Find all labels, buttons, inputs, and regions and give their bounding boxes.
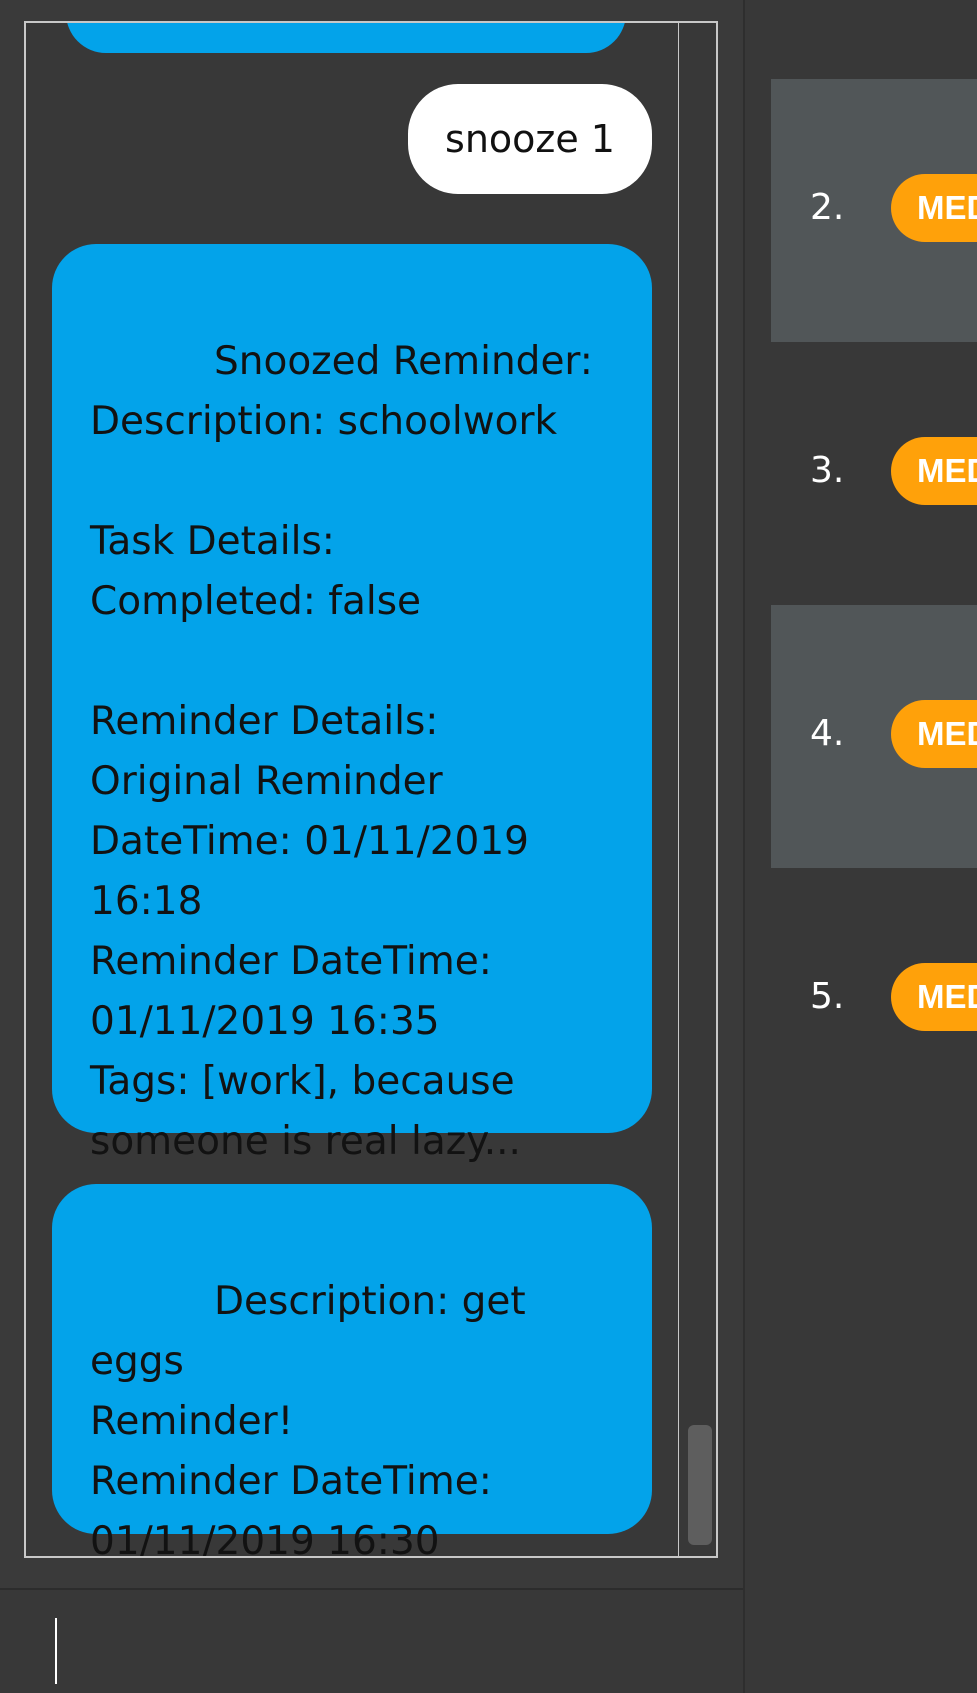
chat-messages: snooze 1 Snoozed Reminder: Description: … — [26, 23, 678, 1556]
user-message-text: snooze 1 — [445, 117, 615, 161]
priority-badge: MEDIUM — [891, 963, 977, 1031]
item-index: 4. — [810, 713, 845, 754]
previous-bot-message — [66, 23, 626, 53]
bot-message-text: Description: get eggs Reminder! Reminder… — [90, 1279, 526, 1556]
chat-scroll-panel[interactable]: snooze 1 Snoozed Reminder: Description: … — [24, 21, 718, 1558]
task-list: 2. MEDIUM 3. MEDIUM 4. MEDIUM 5. MEDIUM — [771, 79, 977, 1131]
item-index: 5. — [810, 976, 845, 1017]
task-list-pane: 2. MEDIUM 3. MEDIUM 4. MEDIUM 5. MEDIUM — [745, 0, 977, 1693]
list-item[interactable]: 2. MEDIUM — [771, 79, 977, 342]
bot-message-text: Snoozed Reminder: Description: schoolwor… — [90, 339, 593, 1164]
list-item[interactable]: 5. MEDIUM — [771, 868, 977, 1131]
bot-message: Snoozed Reminder: Description: schoolwor… — [52, 244, 652, 1164]
text-cursor — [55, 1618, 57, 1684]
chat-scrollbar[interactable] — [678, 23, 716, 1556]
chat-pane: snooze 1 Snoozed Reminder: Description: … — [0, 0, 743, 1693]
chat-scrollbar-thumb[interactable] — [688, 1425, 712, 1545]
user-message: snooze 1 — [408, 84, 652, 194]
list-item[interactable]: 4. MEDIUM — [771, 605, 977, 868]
bot-message: Description: get eggs Reminder! Reminder… — [52, 1184, 652, 1556]
list-item[interactable]: 3. MEDIUM — [771, 342, 977, 605]
priority-badge: MEDIUM — [891, 174, 977, 242]
priority-badge: MEDIUM — [891, 700, 977, 768]
app-window: snooze 1 Snoozed Reminder: Description: … — [0, 0, 977, 1693]
item-index: 3. — [810, 450, 845, 491]
item-index: 2. — [810, 187, 845, 228]
priority-badge: MEDIUM — [891, 437, 977, 505]
command-box[interactable] — [0, 1588, 743, 1693]
